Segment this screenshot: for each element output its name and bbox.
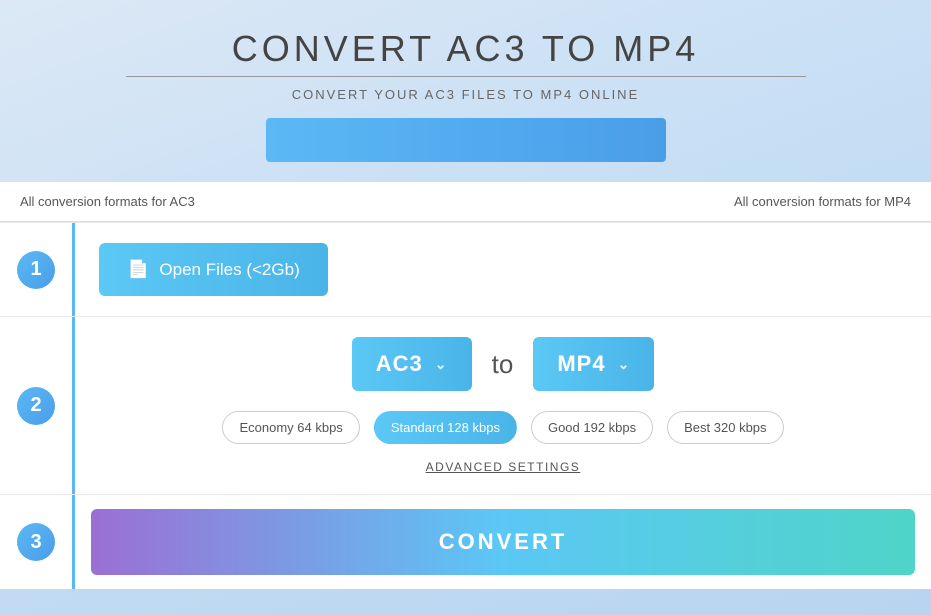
- to-format-label: MP4: [557, 351, 605, 377]
- title-divider: [126, 76, 806, 77]
- step-3-row: 3 CONVERT: [0, 494, 931, 589]
- file-icon: 📄: [127, 259, 149, 280]
- page-subtitle: CONVERT YOUR AC3 FILES TO MP4 ONLINE: [20, 87, 911, 102]
- to-format-dropdown[interactable]: MP4 ⌄: [533, 337, 654, 391]
- tab-mp4-formats[interactable]: All conversion formats for MP4: [734, 194, 911, 209]
- convert-button[interactable]: CONVERT: [91, 509, 915, 575]
- format-selector-row: AC3 ⌄ to MP4 ⌄: [99, 337, 907, 391]
- to-separator-label: to: [492, 349, 514, 380]
- page-title: CONVERT AC3 TO MP4: [20, 28, 911, 70]
- step-1-circle: 1: [17, 251, 55, 289]
- step-3-circle: 3: [17, 523, 55, 561]
- upload-banner: [266, 118, 666, 162]
- step-1-row: 1 📄 Open Files (<2Gb): [0, 222, 931, 316]
- open-files-button[interactable]: 📄 Open Files (<2Gb): [99, 243, 328, 296]
- step-2-circle: 2: [17, 387, 55, 425]
- step-2-number-area: 2: [0, 317, 72, 494]
- step-1-number-area: 1: [0, 223, 72, 316]
- to-format-chevron-icon: ⌄: [618, 356, 631, 373]
- quality-economy-button[interactable]: Economy 64 kbps: [222, 411, 359, 444]
- step-2-content: AC3 ⌄ to MP4 ⌄ Economy 64 kbps Standard …: [72, 317, 931, 494]
- step-3-number-area: 3: [0, 495, 72, 589]
- open-files-label: Open Files (<2Gb): [159, 260, 299, 280]
- step-3-content: CONVERT: [72, 495, 931, 589]
- step-1-content: 📄 Open Files (<2Gb): [72, 223, 931, 316]
- quality-options-row: Economy 64 kbps Standard 128 kbps Good 1…: [99, 411, 907, 444]
- quality-standard-button[interactable]: Standard 128 kbps: [374, 411, 517, 444]
- tabs-bar: All conversion formats for AC3 All conve…: [0, 182, 931, 222]
- from-format-label: AC3: [376, 351, 423, 377]
- from-format-dropdown[interactable]: AC3 ⌄: [352, 337, 472, 391]
- tab-ac3-formats[interactable]: All conversion formats for AC3: [20, 194, 195, 209]
- quality-best-button[interactable]: Best 320 kbps: [667, 411, 783, 444]
- main-content: 1 📄 Open Files (<2Gb) 2 AC3 ⌄ to MP4 ⌄: [0, 222, 931, 589]
- page-header: CONVERT AC3 TO MP4 CONVERT YOUR AC3 FILE…: [0, 0, 931, 172]
- from-format-chevron-icon: ⌄: [435, 356, 448, 373]
- step-2-row: 2 AC3 ⌄ to MP4 ⌄ Economy 64 kbps Standar…: [0, 316, 931, 494]
- advanced-settings-link[interactable]: ADVANCED SETTINGS: [99, 460, 907, 474]
- quality-good-button[interactable]: Good 192 kbps: [531, 411, 653, 444]
